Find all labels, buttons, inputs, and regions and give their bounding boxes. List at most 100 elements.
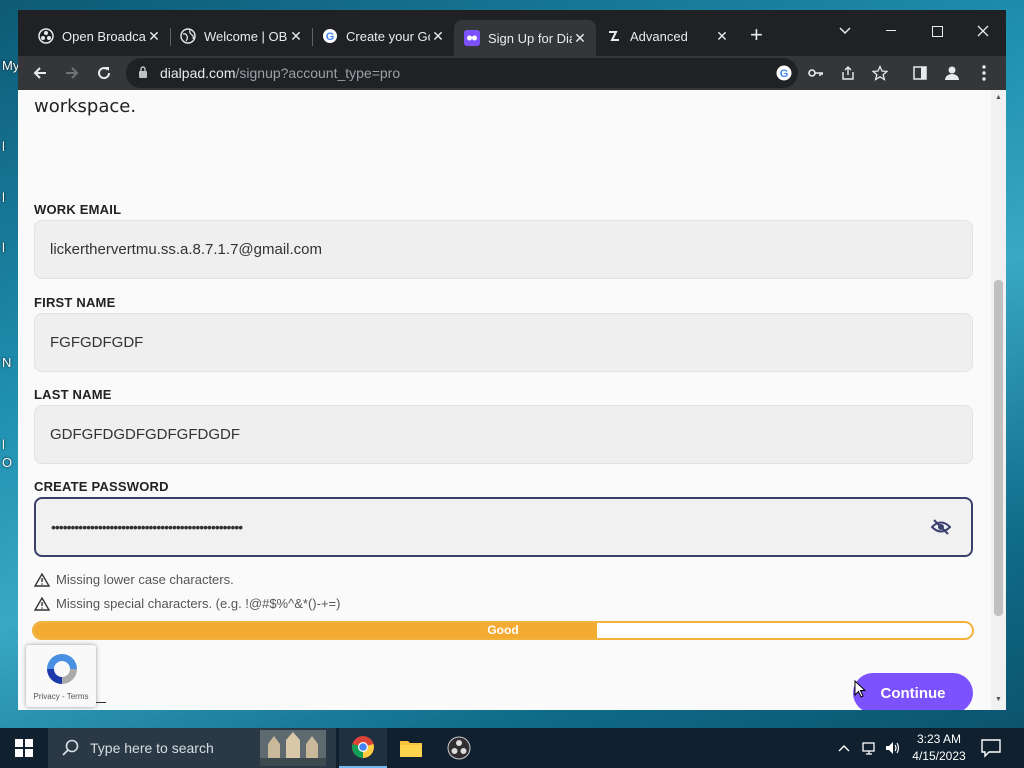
tab-advanced[interactable]: Advanced ✕ (596, 20, 738, 52)
url-path: /signup?account_type=pro (235, 65, 401, 81)
address-bar[interactable]: dialpad.com/signup?account_type=pro (126, 58, 798, 88)
tab-title: Welcome | OBS (204, 28, 288, 44)
tab-dialpad-signup[interactable]: Sign Up for Dialpad ✕ (454, 20, 596, 56)
clock-time: 3:23 AM (916, 732, 962, 746)
profile-avatar-icon[interactable] (943, 64, 961, 82)
tab-search-button[interactable] (822, 16, 868, 46)
warning-text: Missing lower case characters. (56, 572, 234, 587)
close-icon[interactable]: ✕ (146, 28, 162, 45)
close-icon[interactable]: ✕ (430, 28, 446, 45)
key-icon[interactable] (807, 64, 825, 82)
desktop-icon-label: N (2, 355, 12, 370)
chrome-taskbar-icon[interactable] (339, 728, 387, 768)
google-icon: G (322, 28, 338, 44)
email-value: lickerthervertmu.ss.a.8.7.1.7@gmail.com (50, 241, 322, 258)
desktop-icon-label: l (2, 240, 5, 255)
side-panel-icon[interactable] (911, 64, 929, 82)
tab-title: Advanced (630, 28, 688, 44)
password-warning: Missing lower case characters. (34, 572, 234, 587)
share-icon[interactable] (839, 64, 857, 82)
tab-strip: Open Broadcaster ✕ Welcome | OBS ✕ G Cre… (18, 10, 1006, 56)
chrome-icon (352, 736, 374, 758)
password-strength-meter: Good (32, 621, 974, 640)
forward-button[interactable] (60, 61, 84, 85)
system-clock[interactable]: 3:23 AM 4/15/2023 (905, 731, 973, 765)
link-underline (96, 702, 106, 703)
desktop-icon-label: l (2, 139, 5, 154)
tray-chevron-up-icon[interactable] (838, 728, 850, 768)
windows-logo-icon (15, 739, 33, 757)
globe-icon (180, 28, 196, 44)
close-window-button[interactable] (960, 16, 1006, 46)
folder-icon (400, 741, 422, 757)
close-icon[interactable]: ✕ (714, 28, 730, 45)
warning-icon (34, 572, 50, 587)
scroll-up-icon[interactable]: ▲ (994, 94, 1003, 101)
last-name-label: LAST NAME (34, 387, 112, 402)
password-label: CREATE PASSWORD (34, 479, 169, 494)
warning-text: Missing special characters. (e.g. !@#$%^… (56, 596, 341, 611)
first-name-field[interactable]: FGFGDFGDF (34, 313, 973, 372)
search-placeholder: Type here to search (90, 740, 214, 756)
tab-title: Open Broadcaster (62, 28, 146, 44)
email-field[interactable]: lickerthervertmu.ss.a.8.7.1.7@gmail.com (34, 220, 973, 279)
arrow-left-icon (33, 67, 46, 79)
desktop-icon-label: l (2, 190, 5, 205)
minimize-button[interactable] (868, 16, 914, 46)
taskbar: Type here to search 3:23 AM 4/15/2023 (0, 728, 1024, 768)
obs-taskbar-icon[interactable] (435, 728, 483, 768)
lock-icon (138, 65, 152, 81)
first-name-label: FIRST NAME (34, 295, 116, 310)
browser-toolbar: dialpad.com/signup?account_type=pro G (18, 56, 1006, 90)
tab-title: Sign Up for Dialpad (488, 30, 572, 46)
mouse-cursor-icon (854, 680, 866, 698)
tab-title: Create your Google (346, 28, 430, 44)
reload-button[interactable] (92, 61, 116, 85)
dialpad-icon (464, 30, 480, 46)
start-button[interactable] (0, 728, 48, 768)
search-icon (62, 739, 79, 756)
reload-icon (98, 67, 111, 80)
page-heading: workspace. (34, 96, 137, 117)
desktop-icon-label: O (2, 455, 13, 470)
continue-button[interactable]: Continue (853, 673, 973, 710)
taskbar-search[interactable]: Type here to search (48, 728, 336, 768)
tab-obs[interactable]: Open Broadcaster ✕ (28, 20, 170, 52)
scroll-thumb[interactable] (994, 280, 1003, 616)
desktop-icon-label: l (2, 437, 5, 452)
arrow-right-icon (66, 67, 79, 79)
last-name-field[interactable]: GDFGFDGDFGDFGFDGDF (34, 405, 973, 464)
email-label: WORK EMAIL (34, 202, 122, 217)
back-button[interactable] (28, 61, 52, 85)
network-icon[interactable] (862, 728, 878, 768)
file-explorer-taskbar-icon[interactable] (387, 728, 435, 768)
minimize-icon (886, 30, 896, 31)
maximize-icon (931, 25, 943, 37)
strength-label: Good (487, 623, 519, 637)
desktop-icon-label: My (2, 58, 20, 73)
page-scrollbar[interactable]: ▲ ▼ (991, 90, 1006, 710)
clock-date: 4/15/2023 (912, 749, 966, 763)
url-host: dialpad.com (160, 65, 236, 81)
close-icon[interactable]: ✕ (572, 30, 588, 47)
new-tab-button[interactable]: + (750, 24, 763, 46)
eye-slash-icon[interactable] (931, 518, 951, 536)
menu-kebab-icon[interactable] (975, 64, 993, 82)
notification-icon[interactable] (980, 737, 1002, 759)
last-name-value: GDFGFDGDFGDFGFDGDF (50, 426, 240, 443)
recaptcha-links[interactable]: Privacy - Terms (26, 692, 96, 701)
bookmark-star-icon[interactable] (871, 64, 889, 82)
tab-welcome-obs[interactable]: Welcome | OBS ✕ (170, 20, 312, 52)
close-icon[interactable]: ✕ (288, 28, 304, 45)
google-icon[interactable]: G (775, 64, 793, 82)
volume-icon[interactable] (885, 728, 901, 768)
password-field[interactable]: ••••••••••••••••••••••••••••••••••••••••… (34, 497, 973, 557)
svg-text:G: G (326, 31, 335, 43)
scroll-down-icon[interactable]: ▼ (994, 696, 1003, 703)
recaptcha-badge[interactable]: Privacy - Terms (26, 645, 96, 707)
browser-window: Open Broadcaster ✕ Welcome | OBS ✕ G Cre… (18, 10, 1006, 710)
tab-google[interactable]: G Create your Google ✕ (312, 20, 454, 52)
maximize-button[interactable] (914, 16, 960, 46)
obs-icon (38, 28, 54, 44)
search-highlight-image (260, 730, 326, 766)
